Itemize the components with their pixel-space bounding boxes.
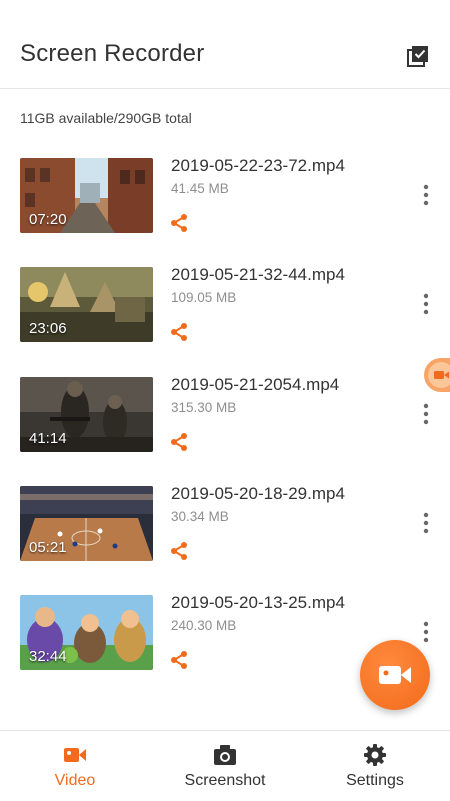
tab-label: Screenshot (184, 772, 266, 789)
list-item[interactable]: 07:20 2019-05-22-23-72.mp4 41.45 MB (0, 148, 450, 248)
video-duration: 32:44 (29, 648, 67, 665)
more-options-icon[interactable] (416, 291, 436, 317)
video-thumbnail[interactable]: 32:44 (20, 595, 153, 670)
share-icon[interactable] (169, 432, 189, 452)
file-name: 2019-05-21-32-44.mp4 (171, 265, 345, 284)
tab-screenshot[interactable]: Screenshot (150, 731, 300, 801)
page-title: Screen Recorder (20, 40, 205, 67)
share-icon[interactable] (169, 541, 189, 561)
video-thumbnail[interactable]: 07:20 (20, 158, 153, 233)
floating-camera-icon (428, 362, 450, 388)
tab-video[interactable]: Video (0, 731, 150, 801)
file-size: 315.30 MB (171, 400, 237, 415)
list-item[interactable]: 05:21 2019-05-20-18-29.mp4 30.34 MB (0, 476, 450, 576)
more-options-icon[interactable] (416, 619, 436, 645)
file-name: 2019-05-20-18-29.mp4 (171, 484, 345, 503)
tab-settings[interactable]: Settings (300, 731, 450, 801)
storage-info: 11GB available/290GB total (20, 110, 192, 126)
list-item[interactable]: 23:06 2019-05-21-32-44.mp4 109.05 MB (0, 257, 450, 357)
file-name: 2019-05-20-13-25.mp4 (171, 593, 345, 612)
video-duration: 07:20 (29, 211, 67, 228)
video-duration: 05:21 (29, 539, 67, 556)
app-bar: Screen Recorder (0, 0, 450, 89)
share-icon[interactable] (169, 322, 189, 342)
video-duration: 41:14 (29, 430, 67, 447)
gallery-check-icon[interactable] (406, 44, 430, 68)
record-button[interactable] (360, 640, 430, 710)
floating-recorder-handle[interactable] (424, 358, 450, 392)
file-name: 2019-05-21-2054.mp4 (171, 375, 340, 394)
file-name: 2019-05-22-23-72.mp4 (171, 156, 345, 175)
file-size: 109.05 MB (171, 290, 237, 305)
video-camera-icon (379, 666, 411, 684)
tab-label: Video (54, 772, 96, 789)
more-options-icon[interactable] (416, 510, 436, 536)
video-duration: 23:06 (29, 320, 67, 337)
bottom-navigation: Video Screenshot Settings (0, 730, 450, 801)
list-item[interactable]: 41:14 2019-05-21-2054.mp4 315.30 MB (0, 367, 450, 467)
file-size: 240.30 MB (171, 618, 237, 633)
camera-icon (213, 743, 237, 767)
more-options-icon[interactable] (416, 401, 436, 427)
share-icon[interactable] (169, 650, 189, 670)
file-size: 30.34 MB (171, 509, 229, 524)
video-thumbnail[interactable]: 05:21 (20, 486, 153, 561)
more-options-icon[interactable] (416, 182, 436, 208)
gear-icon (363, 743, 387, 767)
video-camera-icon (63, 743, 87, 767)
video-thumbnail[interactable]: 23:06 (20, 267, 153, 342)
tab-label: Settings (346, 772, 404, 789)
file-size: 41.45 MB (171, 181, 229, 196)
share-icon[interactable] (169, 213, 189, 233)
video-thumbnail[interactable]: 41:14 (20, 377, 153, 452)
